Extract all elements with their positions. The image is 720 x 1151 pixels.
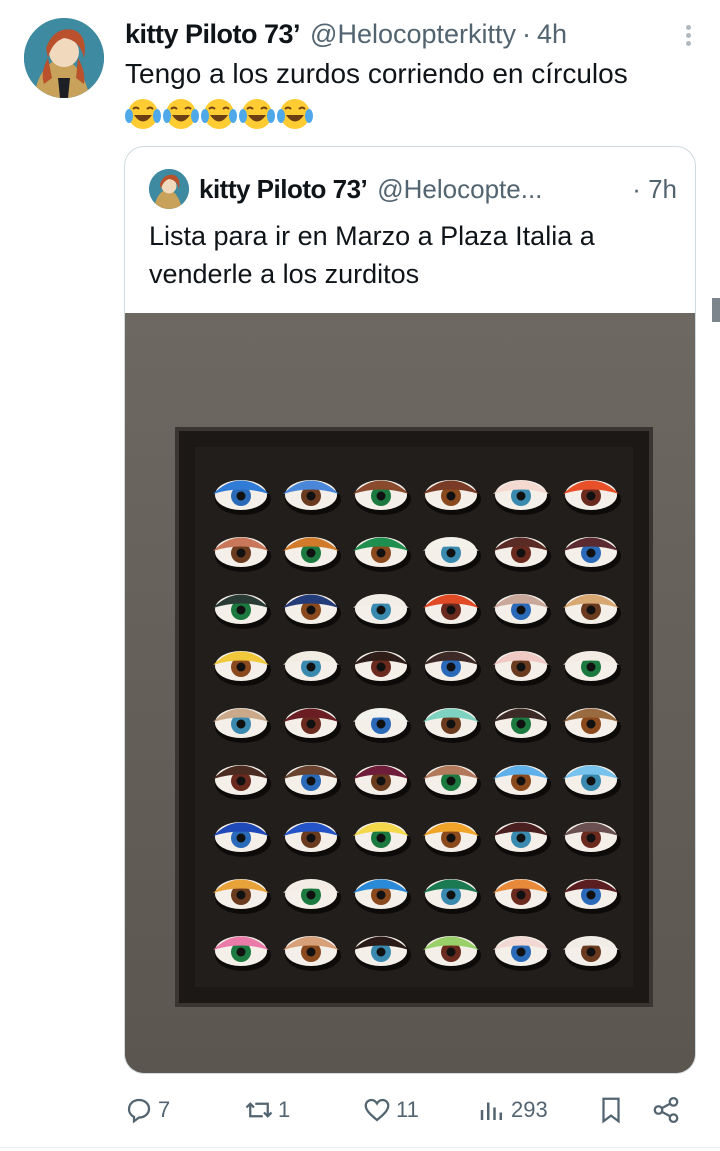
share-button[interactable]	[651, 1090, 681, 1130]
like-button[interactable]: 11	[362, 1090, 419, 1130]
quoted-tweet-photo[interactable]	[125, 313, 695, 1073]
separator: ·	[522, 18, 532, 49]
share-icon	[653, 1097, 679, 1123]
emoji-row	[125, 96, 313, 132]
tears-of-joy-emoji-icon	[277, 99, 313, 129]
quoted-author-avatar[interactable]	[149, 169, 189, 209]
avatar-image	[149, 169, 189, 209]
tears-of-joy-emoji-icon	[163, 99, 199, 129]
bookmark-icon	[602, 1097, 620, 1124]
quoted-author-name: kitty Piloto 73’	[199, 173, 368, 204]
scrollbar-thumb[interactable]	[712, 298, 720, 322]
retweet-count: 1	[278, 1097, 291, 1122]
retweet-button[interactable]: 1	[244, 1090, 290, 1130]
retweet-icon	[245, 1102, 273, 1118]
divider	[0, 1147, 720, 1148]
tears-of-joy-emoji-icon	[239, 99, 275, 129]
quoted-tweet-text: Lista para ir en Marzo a Plaza Italia a …	[149, 221, 595, 289]
quoted-tweet-header: kitty Piloto 73’ @Helocopte... · 7h	[199, 169, 677, 209]
tweet-header: kitty Piloto 73’ @Helocopterkitty · 4h	[125, 14, 680, 54]
views-button[interactable]: 293	[477, 1090, 548, 1130]
quoted-tweet-time: · 7h	[632, 173, 677, 204]
tweet-actions: 7 1 11 293	[0, 1090, 720, 1130]
tweet-text: Tengo a los zurdos corriendo en círculos	[125, 58, 628, 89]
views-icon	[480, 1102, 502, 1120]
avatar-image	[24, 18, 104, 98]
author-avatar[interactable]	[24, 18, 104, 98]
tweet-time[interactable]: 4h	[537, 19, 567, 50]
views-count: 293	[511, 1097, 548, 1122]
tears-of-joy-emoji-icon	[201, 99, 237, 129]
eye-chocolates-image	[125, 313, 695, 1073]
reply-icon	[127, 1098, 151, 1124]
quoted-tweet[interactable]: kitty Piloto 73’ @Helocopte... · 7h List…	[124, 146, 696, 1074]
reply-count: 7	[158, 1097, 171, 1122]
more-vertical-icon[interactable]	[680, 22, 696, 52]
tears-of-joy-emoji-icon	[125, 99, 161, 129]
heart-icon	[364, 1098, 390, 1122]
reply-button[interactable]: 7	[124, 1090, 170, 1130]
author-handle[interactable]: @Helocopterkitty	[310, 19, 516, 50]
like-count: 11	[396, 1097, 419, 1122]
author-name[interactable]: kitty Piloto 73’	[125, 19, 301, 50]
bookmark-button[interactable]	[596, 1090, 626, 1130]
quoted-author-handle: @Helocopte...	[377, 173, 543, 204]
